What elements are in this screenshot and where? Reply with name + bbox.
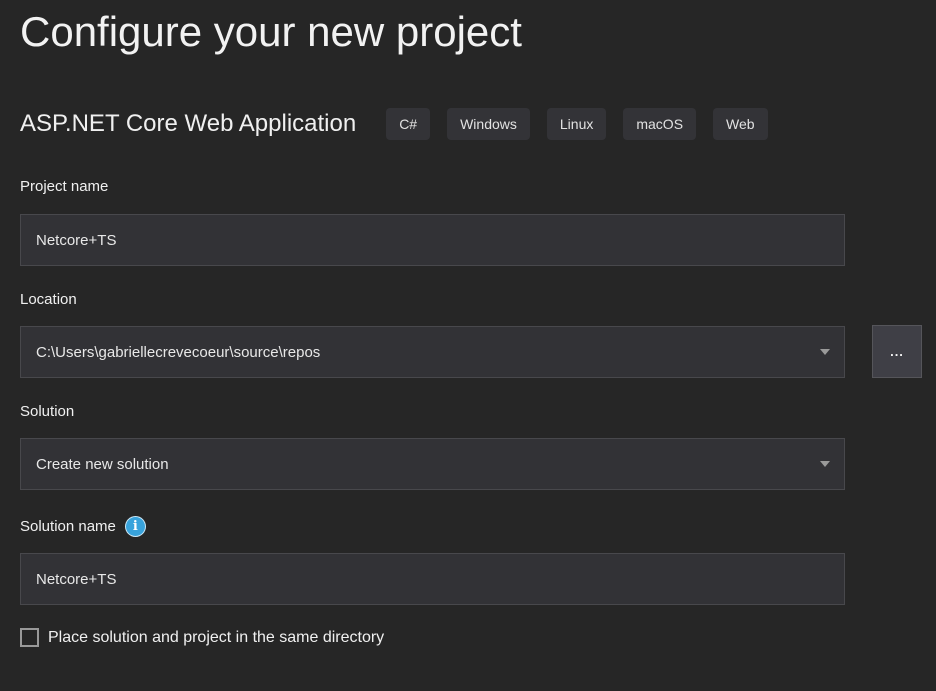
same-directory-checkbox-label: Place solution and project in the same d…	[48, 629, 384, 647]
same-directory-checkbox[interactable]	[20, 628, 39, 647]
chevron-down-icon[interactable]	[820, 461, 830, 467]
location-value: C:\Users\gabriellecrevecoeur\source\repo…	[36, 344, 820, 361]
solution-value: Create new solution	[36, 456, 820, 473]
template-info-row: ASP.NET Core Web Application C# Windows …	[20, 108, 926, 140]
location-label: Location	[20, 291, 77, 308]
tag-web: Web	[713, 108, 768, 140]
solution-name-input[interactable]	[20, 553, 845, 605]
solution-name-label: Solution name	[20, 518, 116, 535]
tag-linux: Linux	[547, 108, 606, 140]
browse-location-button[interactable]: ...	[872, 325, 922, 378]
solution-combobox[interactable]: Create new solution	[20, 438, 845, 490]
tag-windows: Windows	[447, 108, 530, 140]
info-icon[interactable]: i	[125, 516, 146, 537]
solution-label: Solution	[20, 403, 74, 420]
same-directory-checkbox-row[interactable]: Place solution and project in the same d…	[20, 628, 384, 647]
page-title: Configure your new project	[20, 8, 522, 56]
project-name-input[interactable]	[20, 214, 845, 266]
solution-name-label-row: Solution name i	[20, 516, 146, 537]
chevron-down-icon[interactable]	[820, 349, 830, 355]
project-name-label: Project name	[20, 178, 108, 195]
location-combobox[interactable]: C:\Users\gabriellecrevecoeur\source\repo…	[20, 326, 845, 378]
tag-csharp: C#	[386, 108, 430, 140]
template-name: ASP.NET Core Web Application	[20, 110, 356, 138]
tag-macos: macOS	[623, 108, 696, 140]
configure-project-dialog: Configure your new project ASP.NET Core …	[0, 0, 936, 691]
